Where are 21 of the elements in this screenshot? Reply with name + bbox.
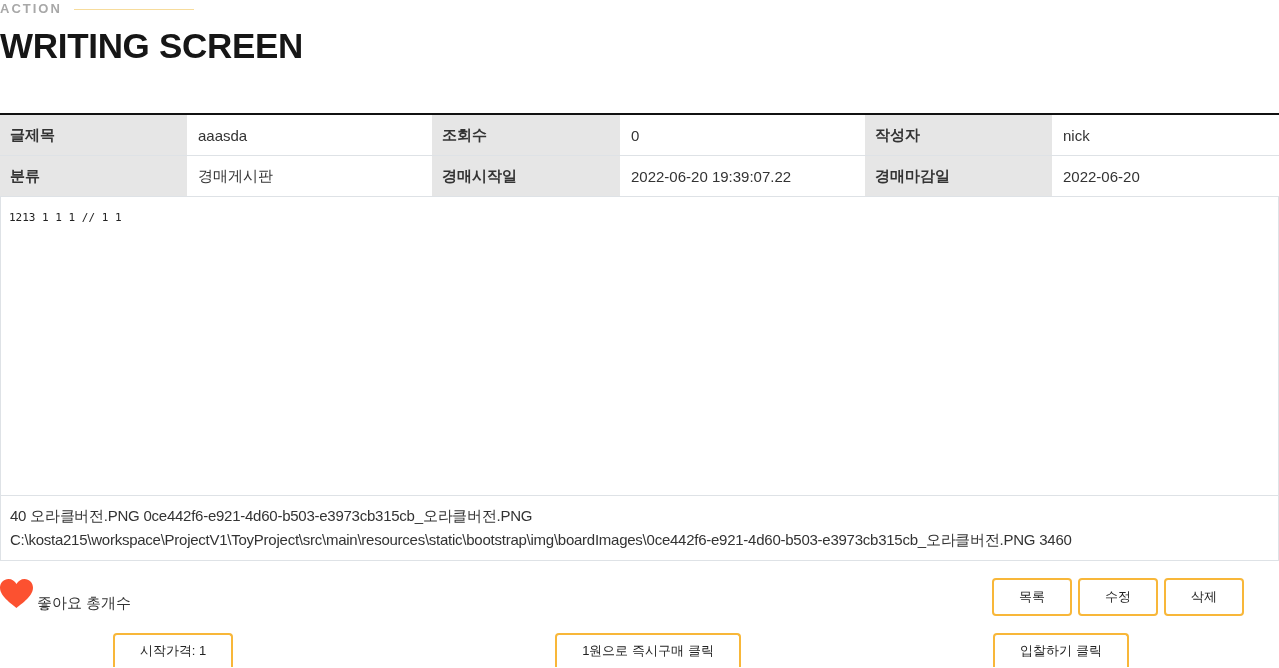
field-label: 작성자	[865, 114, 1052, 156]
action-button[interactable]: 삭제	[1164, 578, 1244, 616]
page-title: WRITING SCREEN	[0, 26, 305, 66]
field-label: 경매마감일	[865, 155, 1052, 197]
field-value: nick	[1052, 114, 1279, 156]
attachment-info-text: C:\kosta215\workspace\ProjectV1\ToyProject\src\main\resources\static\bootstrap\img\boardImages\0ce442f6-e921-4d60-b503-e3973cb315cb_오라클버전.PNG 3460	[10, 530, 1073, 550]
auction-button[interactable]: 시작가격: 1	[112, 633, 234, 667]
auction-button[interactable]: 1원으로 즉시구매 클릭	[555, 633, 741, 667]
like-count-label: 좋아요 총개수	[37, 594, 132, 612]
field-label: 분류	[0, 155, 187, 197]
field-label: 글제목	[0, 114, 187, 156]
heart-icon[interactable]	[0, 579, 33, 608]
section-eyebrow: ACTION	[0, 0, 62, 18]
post-content-text: 1213 1 1 1 // 1 1	[9, 211, 122, 224]
action-button[interactable]: 목록	[992, 578, 1072, 616]
field-value: 2022-06-20	[1052, 155, 1279, 197]
field-label: 경매시작일	[432, 155, 620, 197]
action-button[interactable]: 수정	[1078, 578, 1158, 616]
attachment-info-text: 40 오라클버전.PNG 0ce442f6-e921-4d60-b503-e3973cb315cb_오라클버전.PNG	[10, 506, 534, 526]
auction-button[interactable]: 입찰하기 클릭	[993, 633, 1129, 667]
field-label: 조회수	[432, 114, 620, 156]
